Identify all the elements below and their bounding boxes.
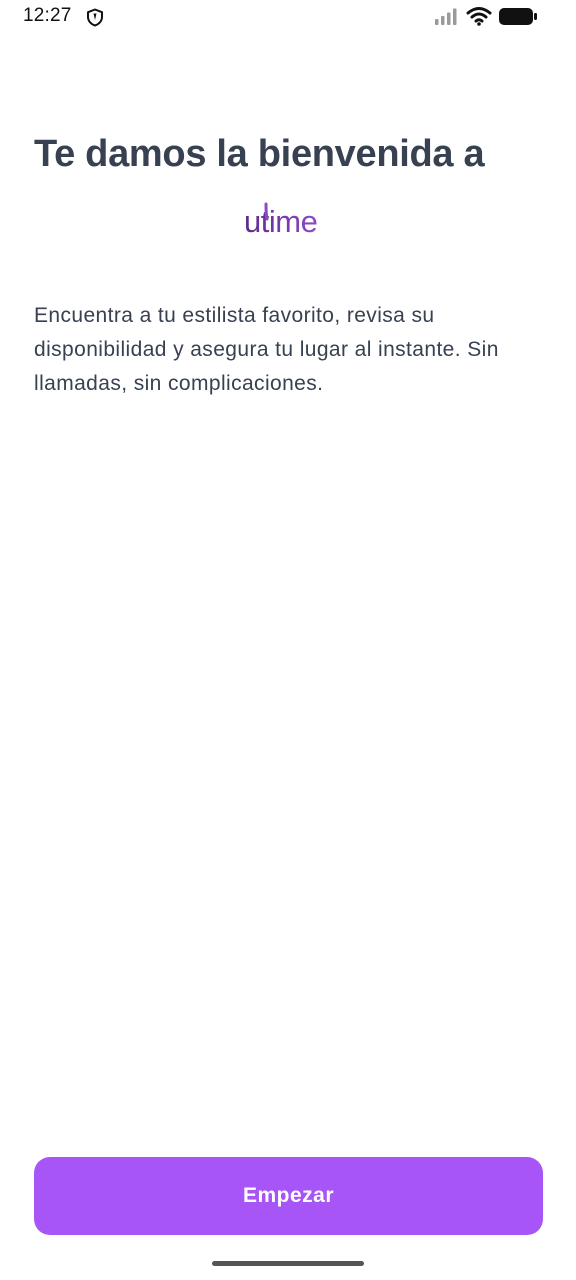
utime-logo: utime	[244, 198, 336, 240]
wifi-icon	[466, 7, 492, 26]
welcome-description: Encuentra a tu estilista favorito, revis…	[34, 304, 499, 395]
signal-icon	[435, 8, 457, 25]
start-button[interactable]: Empezar	[34, 1157, 543, 1235]
welcome-title: Te damos la bienvenida a	[34, 133, 485, 175]
battery-icon	[499, 8, 537, 25]
welcome-screen: 12:27 Te damos la bienvenida a utime Enc…	[0, 0, 576, 1280]
logo-accent-icon	[264, 202, 269, 221]
status-bar: 12:27	[0, 0, 576, 34]
logo-text: utime	[244, 198, 318, 246]
home-indicator[interactable]	[212, 1261, 364, 1266]
status-time: 12:27	[23, 5, 72, 26]
shield-icon	[87, 8, 103, 27]
